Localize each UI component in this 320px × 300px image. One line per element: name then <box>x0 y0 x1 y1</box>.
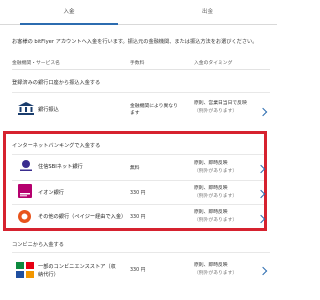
section-title-bank-transfer: 登録済みの銀行口座から振込入金する <box>12 80 101 86</box>
timing: 原則、即時反映 （例外があります） <box>194 262 237 278</box>
timing-text: 原則、即時反映 <box>194 161 228 166</box>
bank-icon <box>18 102 34 115</box>
header-timing: 入金のタイミング <box>194 61 233 66</box>
divider <box>12 252 270 253</box>
timing: 原則、即時反映 （例外があります） <box>194 185 237 201</box>
table-header: 金融機関・サービス名 手数料 入金のタイミング <box>12 56 270 70</box>
timing-note: （例外があります） <box>194 169 238 174</box>
chevron-right-icon <box>258 107 268 117</box>
convenience-store-logos <box>16 262 34 278</box>
service-name: その他の銀行（ペイジー経由で入金） <box>38 214 127 220</box>
payeasy-icon <box>18 210 31 223</box>
sbi-bank-logo <box>18 159 34 173</box>
intro-text: お客様の bitFlyer アカウントへ入金を行います。振込元の金融機関、または… <box>12 39 258 45</box>
tab-deposit[interactable]: 入金 <box>0 0 138 25</box>
timing-note: （例外があります） <box>194 271 238 276</box>
timing-note: （例外があります） <box>194 194 238 199</box>
timing-text: 原則、即時反映 <box>194 186 228 191</box>
divider <box>12 154 264 155</box>
section-title-internet-banking: インターネットバンキングで入金する <box>12 143 101 149</box>
timing-text: 原則、即時反映 <box>194 210 228 215</box>
header-service: 金融機関・サービス名 <box>12 61 60 66</box>
timing-text: 原則、営業日当日で反映 <box>194 101 247 106</box>
service-name: イオン銀行 <box>38 190 64 196</box>
timing-text: 原則、即時反映 <box>194 263 228 268</box>
fee-value: 330 円 <box>130 268 146 273</box>
divider <box>12 204 264 205</box>
timing-note: （例外があります） <box>194 218 238 223</box>
chevron-right-icon <box>258 266 268 276</box>
divider <box>12 180 264 181</box>
fee-value: 金融機関により異なります <box>130 104 178 116</box>
divider <box>12 92 270 93</box>
header-fee: 手数料 <box>130 61 145 66</box>
timing: 原則、即時反映 （例外があります） <box>194 209 237 225</box>
service-name: 銀行振込 <box>38 107 59 113</box>
deposit-withdraw-tabs: 入金 出金 <box>0 0 277 25</box>
timing: 原則、即時反映 （例外があります） <box>194 160 237 176</box>
timing-note: （例外があります） <box>194 109 238 114</box>
aeon-bank-logo <box>18 184 32 198</box>
service-name: 住信SBIネット銀行 <box>38 164 83 170</box>
section-title-convenience-store: コンビニから入金する <box>12 242 64 248</box>
fee-value: 330 円 <box>130 191 146 196</box>
fee-value: 330 円 <box>130 215 146 220</box>
timing: 原則、営業日当日で反映 （例外があります） <box>194 100 247 116</box>
tab-withdraw[interactable]: 出金 <box>138 0 277 24</box>
fee-value: 無料 <box>130 166 140 171</box>
service-name: 一部のコンビニエンスストア（収納代行） <box>38 264 116 278</box>
